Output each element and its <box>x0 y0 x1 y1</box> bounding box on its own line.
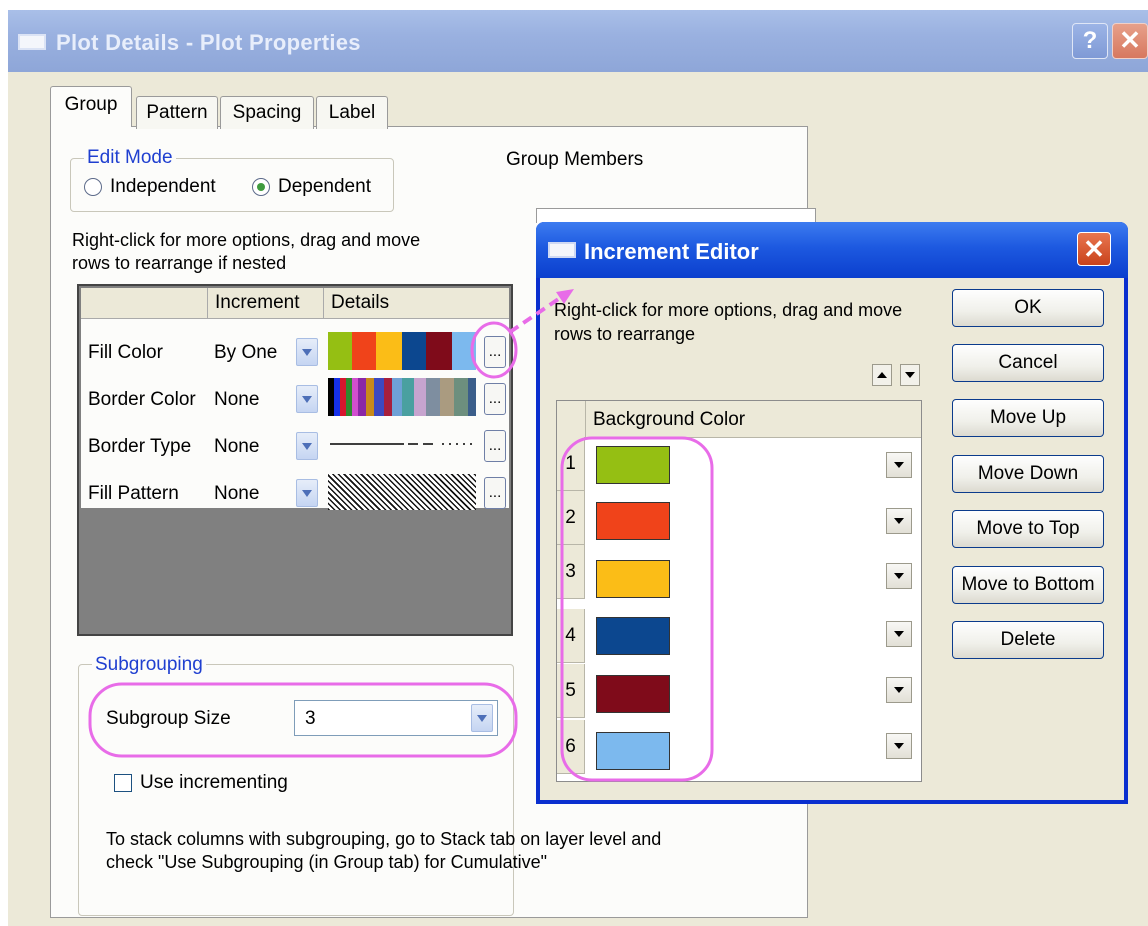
highlight-arrowhead <box>556 289 574 304</box>
highlight-arrow-line <box>508 296 562 334</box>
subgroup-size-highlight <box>88 682 518 758</box>
tab-group[interactable]: Group <box>50 86 132 127</box>
highlight-overlay <box>88 289 714 782</box>
color-list-highlight <box>560 436 714 782</box>
